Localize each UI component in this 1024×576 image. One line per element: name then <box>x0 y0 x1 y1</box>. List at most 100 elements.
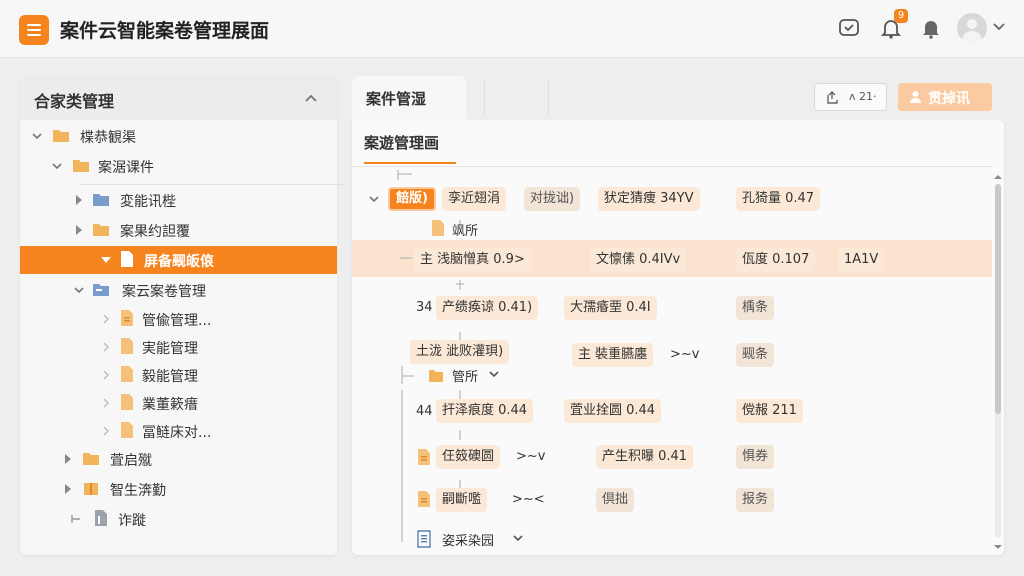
tree-item[interactable]: 管偸管理... <box>20 305 337 333</box>
node-chip[interactable]: 犾定猜痩 34YV <box>598 187 700 211</box>
chevron-right-icon[interactable] <box>62 483 74 495</box>
node-chip[interactable]: 主 裝重臙廛 <box>572 343 654 367</box>
tree-item-label: 智生渀勤 <box>110 483 166 499</box>
tree-item[interactable]: 実能管理 <box>20 333 337 361</box>
file-icon <box>432 220 444 236</box>
chevron-right-icon[interactable] <box>100 369 112 381</box>
export-button[interactable]: ʌ 21· <box>814 83 887 111</box>
scroll-up-arrow-icon[interactable] <box>993 172 1003 182</box>
tree-item[interactable]: 業董簌瘄 <box>20 389 337 417</box>
chevron-down-icon[interactable] <box>992 20 1006 34</box>
tree-item-selected[interactable]: 屏备觋皈偯 <box>20 246 337 274</box>
node-chip[interactable]: 产缋痪谅 0.41) <box>436 296 539 320</box>
tree-line-icon <box>71 515 80 523</box>
chevron-down-icon[interactable] <box>73 284 85 296</box>
chevron-right-icon[interactable] <box>100 341 112 353</box>
node-chip[interactable]: 萓业拴圆 0.44 <box>564 399 662 423</box>
node-chip[interactable]: 仼笯礇圆 <box>436 445 501 469</box>
node-chip[interactable]: 惧券 <box>736 445 775 469</box>
node-chip[interactable]: 对拢诎) <box>524 187 581 211</box>
app-title: 案件云智能案卷管理展面 <box>60 20 270 42</box>
tree-item[interactable]: 萓启殧 <box>20 445 337 473</box>
node-label[interactable]: 飒所 <box>452 220 478 239</box>
node-prefix: 44 <box>416 404 433 419</box>
tree-item-label: 诈蹝 <box>118 513 146 529</box>
node-chip[interactable]: 嗣斷嚂 <box>436 488 488 512</box>
message-icon[interactable] <box>837 16 861 40</box>
chevron-up-icon[interactable] <box>303 90 319 106</box>
list-icon[interactable] <box>19 15 49 45</box>
tab-case-management[interactable]: 案件管湿 <box>352 76 466 120</box>
tree-item[interactable]: 毅能管理 <box>20 361 337 389</box>
tree-item[interactable]: 案涺课件 <box>20 152 337 180</box>
chevron-down-icon[interactable] <box>368 193 380 205</box>
active-node-chip[interactable]: 餢版) <box>388 187 436 211</box>
node-chip[interactable]: 主 浅脑憎真 0.9> <box>414 248 531 272</box>
chevron-down-icon[interactable] <box>31 130 43 142</box>
node-chip[interactable]: 倶拙 <box>596 488 635 512</box>
primary-action-button[interactable]: 贯掉讯 <box>898 83 992 111</box>
node-chip[interactable]: 傥赧 211 <box>736 399 803 423</box>
node-chip[interactable]: 孪近翅涓 <box>442 187 507 211</box>
case-tree-panel: 案遊管理画 餢版) 孪近翅涓 对拢诎) 犾定猜痩 34YV 孔猗量 0.47 飒… <box>352 120 1004 555</box>
folder-icon <box>93 224 109 236</box>
scrollbar-thumb[interactable] <box>995 184 1001 414</box>
node-label[interactable]: 管所 <box>452 366 478 385</box>
file-icon <box>121 394 133 410</box>
tree-item[interactable]: 案云案卷管理 <box>20 276 337 304</box>
primary-label: 贯掉讯 <box>928 91 970 107</box>
node-chip[interactable]: 产生积曝 0.41 <box>596 445 694 469</box>
tree-item[interactable]: 冨鲢床对... <box>20 417 337 445</box>
tree-item[interactable]: 诈蹝 <box>20 505 337 533</box>
node-chip[interactable]: 文懔傃 0.4IVv <box>590 248 687 272</box>
node-prefix: 34 <box>416 300 433 315</box>
node-chip[interactable]: 佤度 0.107 <box>736 248 816 272</box>
tree-item-label: 実能管理 <box>142 341 198 357</box>
scroll-down-arrow-icon[interactable] <box>993 542 1003 552</box>
chevron-down-icon[interactable] <box>512 532 524 544</box>
tree-item[interactable]: 楪恭観渠 <box>20 122 337 150</box>
node-label[interactable]: 姿采染园 <box>442 530 494 549</box>
node-chip[interactable]: 孔猗量 0.47 <box>736 187 821 211</box>
chevron-right-icon[interactable] <box>62 453 74 465</box>
node-chip[interactable]: 楀条 <box>736 296 775 320</box>
folder-icon <box>429 370 443 382</box>
file-icon <box>418 449 430 465</box>
document-icon <box>95 510 107 526</box>
chevron-right-icon[interactable] <box>73 224 85 236</box>
app-header: 案件云智能案卷管理展面 9 <box>0 0 1024 58</box>
chevron-down-icon[interactable] <box>100 254 112 266</box>
export-icon <box>827 91 838 104</box>
node-suffix: >~v <box>516 449 546 464</box>
node-chip[interactable]: 扞泽痕度 0.44 <box>436 399 534 423</box>
tree-item[interactable]: 変能讯梐 <box>20 186 337 214</box>
chevron-right-icon[interactable] <box>100 313 112 325</box>
node-chip[interactable]: 报务 <box>736 488 775 512</box>
document-icon <box>417 530 431 548</box>
divider <box>548 82 549 116</box>
chevron-right-icon[interactable] <box>100 397 112 409</box>
tab-label: 案件管湿 <box>366 90 427 108</box>
bell-icon[interactable] <box>919 16 943 40</box>
node-chip[interactable]: 觋条 <box>736 343 775 367</box>
folder-icon <box>83 453 99 465</box>
tree-item[interactable]: 案果约詚覆 <box>20 216 337 244</box>
chevron-right-icon[interactable] <box>73 194 85 206</box>
node-chip[interactable]: 大孺痻垔 0.4I <box>564 296 657 320</box>
chevron-down-icon[interactable] <box>51 160 63 172</box>
node-chip[interactable]: 土泷 泚败灌珼) <box>410 340 510 364</box>
chevron-right-icon[interactable] <box>100 425 112 437</box>
file-icon <box>121 422 133 438</box>
vertical-scrollbar[interactable] <box>991 170 1003 554</box>
avatar[interactable] <box>957 13 987 43</box>
chevron-down-icon[interactable] <box>488 368 500 380</box>
notification-badge: 9 <box>894 9 908 23</box>
tree-item[interactable]: 智生渀勤 <box>20 475 337 503</box>
tree-item-label: 管偸管理... <box>142 313 212 329</box>
node-suffix: >~v <box>670 347 700 362</box>
node-chip[interactable]: 1A1V <box>838 248 885 272</box>
tree-item-label: 変能讯梐 <box>120 194 176 210</box>
file-icon <box>418 491 430 507</box>
tree-item-label: 案云案卷管理 <box>122 284 206 300</box>
user-icon <box>910 91 921 103</box>
